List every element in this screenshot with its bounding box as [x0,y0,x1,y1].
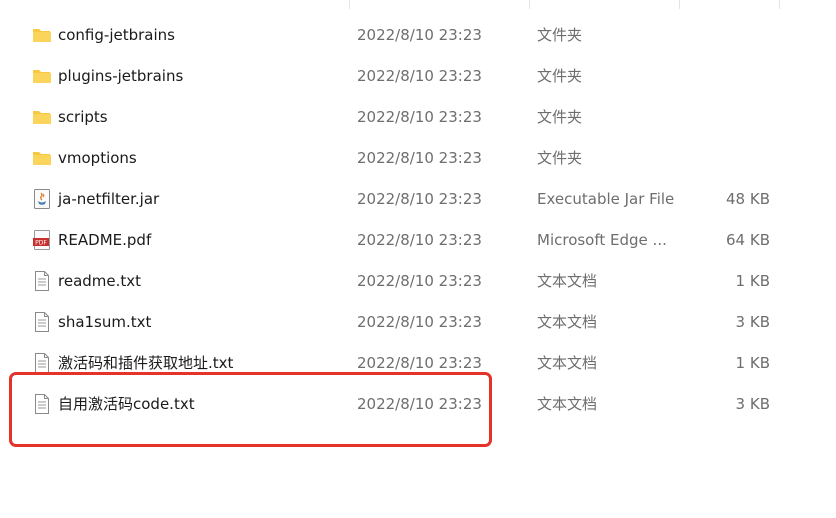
folder-icon [32,149,52,167]
file-date-modified: 2022/8/10 23:23 [357,190,482,208]
file-date-modified: 2022/8/10 23:23 [357,26,482,44]
file-row-vmoptions[interactable]: vmoptions 2022/8/10 23:23 文件夹 [0,137,836,178]
file-name: plugins-jetbrains [58,67,184,85]
file-date-modified: 2022/8/10 23:23 [357,354,482,372]
file-date-modified: 2022/8/10 23:23 [357,313,482,331]
file-size: 64 KB [726,231,770,249]
file-date-modified: 2022/8/10 23:23 [357,149,482,167]
file-name: scripts [58,108,108,126]
file-type: 文本文档 [537,313,598,331]
java-jar-icon [32,189,52,209]
file-row-activation-code-txt[interactable]: 自用激活码code.txt 2022/8/10 23:23 文本文档 3 KB [0,383,836,424]
file-name: sha1sum.txt [58,313,152,331]
column-separator[interactable] [779,0,780,9]
file-size: 48 KB [726,190,770,208]
file-type: 文本文档 [537,354,598,372]
folder-icon [32,26,52,44]
file-name: 自用激活码code.txt [58,395,195,413]
file-name: ja-netfilter.jar [58,190,160,208]
folder-icon [32,108,52,126]
file-row-plugins-jetbrains[interactable]: plugins-jetbrains 2022/8/10 23:23 文件夹 [0,55,836,96]
column-separator[interactable] [679,0,680,9]
file-date-modified: 2022/8/10 23:23 [357,231,482,249]
file-name: vmoptions [58,149,137,167]
file-type: Microsoft Edge ... [537,231,667,249]
text-file-icon [32,312,52,332]
file-date-modified: 2022/8/10 23:23 [357,272,482,290]
file-list: config-jetbrains 2022/8/10 23:23 文件夹 plu… [0,0,836,518]
text-file-icon [32,394,52,414]
svg-text:PDF: PDF [35,240,47,247]
file-type: 文件夹 [537,67,583,85]
text-file-icon [32,353,52,373]
file-type: 文件夹 [537,108,583,126]
file-name: README.pdf [58,231,152,249]
file-row-readme-txt[interactable]: readme.txt 2022/8/10 23:23 文本文档 1 KB [0,260,836,301]
file-size: 3 KB [735,395,770,413]
file-name: 激活码和插件获取地址.txt [58,354,234,372]
file-type: 文件夹 [537,26,583,44]
file-row-readme-pdf[interactable]: PDF README.pdf 2022/8/10 23:23 Microsoft… [0,219,836,260]
file-type: 文件夹 [537,149,583,167]
file-row-ja-netfilter-jar[interactable]: ja-netfilter.jar 2022/8/10 23:23 Executa… [0,178,836,219]
file-size: 3 KB [735,313,770,331]
file-row-config-jetbrains[interactable]: config-jetbrains 2022/8/10 23:23 文件夹 [0,14,836,55]
file-size: 1 KB [735,272,770,290]
pdf-icon: PDF [32,230,52,250]
file-row-sha1sum-txt[interactable]: sha1sum.txt 2022/8/10 23:23 文本文档 3 KB [0,301,836,342]
file-size: 1 KB [735,354,770,372]
column-separator[interactable] [529,0,530,9]
file-date-modified: 2022/8/10 23:23 [357,395,482,413]
file-type: 文本文档 [537,395,598,413]
text-file-icon [32,271,52,291]
file-name: readme.txt [58,272,142,290]
column-separator[interactable] [349,0,350,9]
folder-icon [32,67,52,85]
file-type: Executable Jar File [537,190,675,208]
file-row-activation-code-source-txt[interactable]: 激活码和插件获取地址.txt 2022/8/10 23:23 文本文档 1 KB [0,342,836,383]
file-date-modified: 2022/8/10 23:23 [357,67,482,85]
file-type: 文本文档 [537,272,598,290]
file-name: config-jetbrains [58,26,175,44]
file-date-modified: 2022/8/10 23:23 [357,108,482,126]
file-row-scripts[interactable]: scripts 2022/8/10 23:23 文件夹 [0,96,836,137]
